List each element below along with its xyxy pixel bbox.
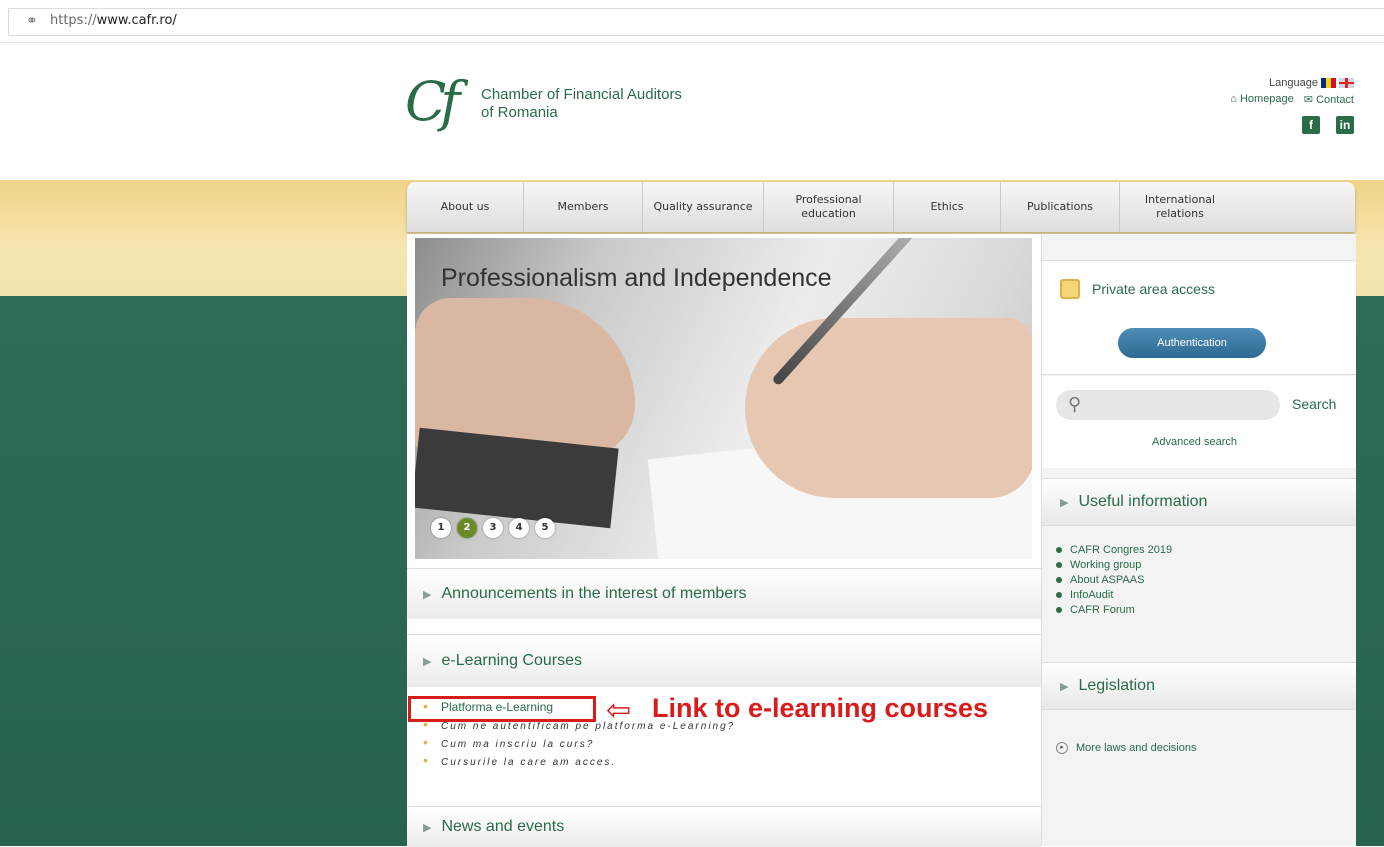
org-name-line1: Chamber of Financial Auditors [481,86,682,103]
slide-dot-3[interactable]: 3 [483,518,503,538]
circle-arrow-icon: ▸ [1056,742,1068,754]
useful-information-header[interactable]: ▶ Useful information [1042,478,1356,526]
sidebar: Private area access Authentication ⚲ Sea… [1041,234,1356,846]
slide-dot-2[interactable]: 2 [457,518,477,538]
search-button[interactable]: Search [1292,396,1336,412]
nav-label: Members [557,200,609,213]
facebook-icon[interactable]: f [1302,116,1320,134]
nav-label: Publications [1026,200,1094,213]
nav-label: International relations [1144,193,1216,220]
nav-item-ethics[interactable]: Ethics [894,182,1001,232]
arrow-right-icon: ▶ [1060,680,1069,693]
list-item: Cum ma inscriu la curs? [423,736,735,750]
contact-link[interactable]: ✉ Contact [1304,93,1354,106]
slide-dot-4[interactable]: 4 [509,518,529,538]
linkedin-icon[interactable]: in [1336,116,1354,134]
nav-label: Quality assurance [653,200,753,213]
browser-address-bar: ⚭ https://www.cafr.ro/ [0,0,1384,43]
help-link[interactable]: Cursurile la care am acces. [441,757,616,768]
section-elearning[interactable]: ▶ e-Learning Courses [407,634,1041,687]
section-title: News and events [441,818,565,835]
search-icon: ⚲ [1068,394,1082,414]
list-item: Cursurile la care am acces. [423,754,735,768]
sidebar-section-title: Useful information [1078,493,1208,510]
section-title: e-Learning Courses [441,652,582,669]
top-links: ⌂ Homepage ✉ Contact [1230,93,1354,106]
nav-item-quality-assurance[interactable]: Quality assurance [643,182,764,232]
private-area-header: Private area access [1042,260,1356,318]
slide-dot-5[interactable]: 5 [535,518,555,538]
arrow-right-icon: ▶ [423,655,432,668]
homepage-link[interactable]: ⌂ Homepage [1230,93,1294,106]
useful-link[interactable]: About ASPAAS [1056,574,1172,586]
lock-icon: ⚭ [26,12,38,28]
private-area-title: Private area access [1092,281,1215,297]
callout-label: Link to e-learning courses [652,693,989,723]
section-title: Announcements in the interest of members [441,585,747,602]
more-laws-link[interactable]: ▸ More laws and decisions [1056,742,1196,754]
language-label: Language [1269,77,1318,89]
callout-arrow-icon: ⇦ [606,694,632,727]
social-links: f in [1230,116,1354,134]
search-input[interactable] [1056,390,1280,420]
arrow-right-icon: ▶ [423,821,432,834]
org-name[interactable]: Chamber of Financial Auditors of Romania [481,86,682,122]
uk-flag-icon[interactable] [1339,78,1354,88]
url-text[interactable]: https://www.cafr.ro/ [50,13,177,28]
romanian-flag-icon[interactable] [1321,78,1336,88]
url-prefix: https:// [50,13,97,28]
advanced-search-link[interactable]: Advanced search [1152,436,1237,448]
hero-photo-hand-right [745,318,1032,498]
nav-label: About us [440,200,490,213]
slide-dot-1[interactable]: 1 [431,518,451,538]
nav-label: Professional education [795,193,862,220]
auth-panel: Authentication [1042,316,1356,375]
search-panel: ⚲ Search Advanced search [1042,376,1356,468]
homepage-label: Homepage [1239,93,1294,105]
nav-item-professional-education[interactable]: Professional education [764,182,894,232]
padlock-icon [1060,279,1080,299]
section-news[interactable]: ▶ News and events [407,806,1041,847]
arrow-right-icon: ▶ [1060,496,1069,509]
useful-link[interactable]: CAFR Forum [1056,604,1172,616]
language-selector: Language [1230,77,1354,89]
nav-item-international-relations[interactable]: International relations [1120,182,1240,232]
nav-item-publications[interactable]: Publications [1001,182,1120,232]
section-announcements[interactable]: ▶ Announcements in the interest of membe… [407,568,1041,619]
authentication-button[interactable]: Authentication [1118,328,1266,358]
useful-link[interactable]: Working group [1056,559,1172,571]
nav-item-about-us[interactable]: About us [407,182,524,232]
legislation-header[interactable]: ▶ Legislation [1042,662,1356,710]
nav-item-members[interactable]: Members [524,182,643,232]
url-field[interactable] [8,8,1384,36]
main-navigation: About us Members Quality assurance Profe… [407,182,1355,232]
url-host: www.cafr.ro/ [96,13,177,28]
contact-label: Contact [1316,94,1354,106]
arrow-right-icon: ▶ [423,588,432,601]
org-name-line2: of Romania [481,104,558,121]
useful-link[interactable]: CAFR Congres 2019 [1056,544,1172,556]
help-link[interactable]: Cum ma inscriu la curs? [441,739,594,750]
useful-link[interactable]: InfoAudit [1056,589,1172,601]
slide-indicators: 1 2 3 4 5 [431,518,555,538]
header-utilities: Language ⌂ Homepage ✉ Contact f in [1230,77,1354,134]
more-laws-label: More laws and decisions [1076,742,1197,754]
nav-label: Ethics [930,200,964,213]
hero-slider[interactable]: Professionalism and Independence 1 2 3 4… [415,238,1032,559]
useful-links-list: CAFR Congres 2019 Working group About AS… [1056,544,1172,619]
hero-title: Professionalism and Independence [441,264,832,292]
logo[interactable]: Cf [405,72,460,132]
callout-highlight-box [408,696,596,722]
sidebar-section-title: Legislation [1078,677,1155,694]
main-content: Professionalism and Independence 1 2 3 4… [407,234,1041,847]
